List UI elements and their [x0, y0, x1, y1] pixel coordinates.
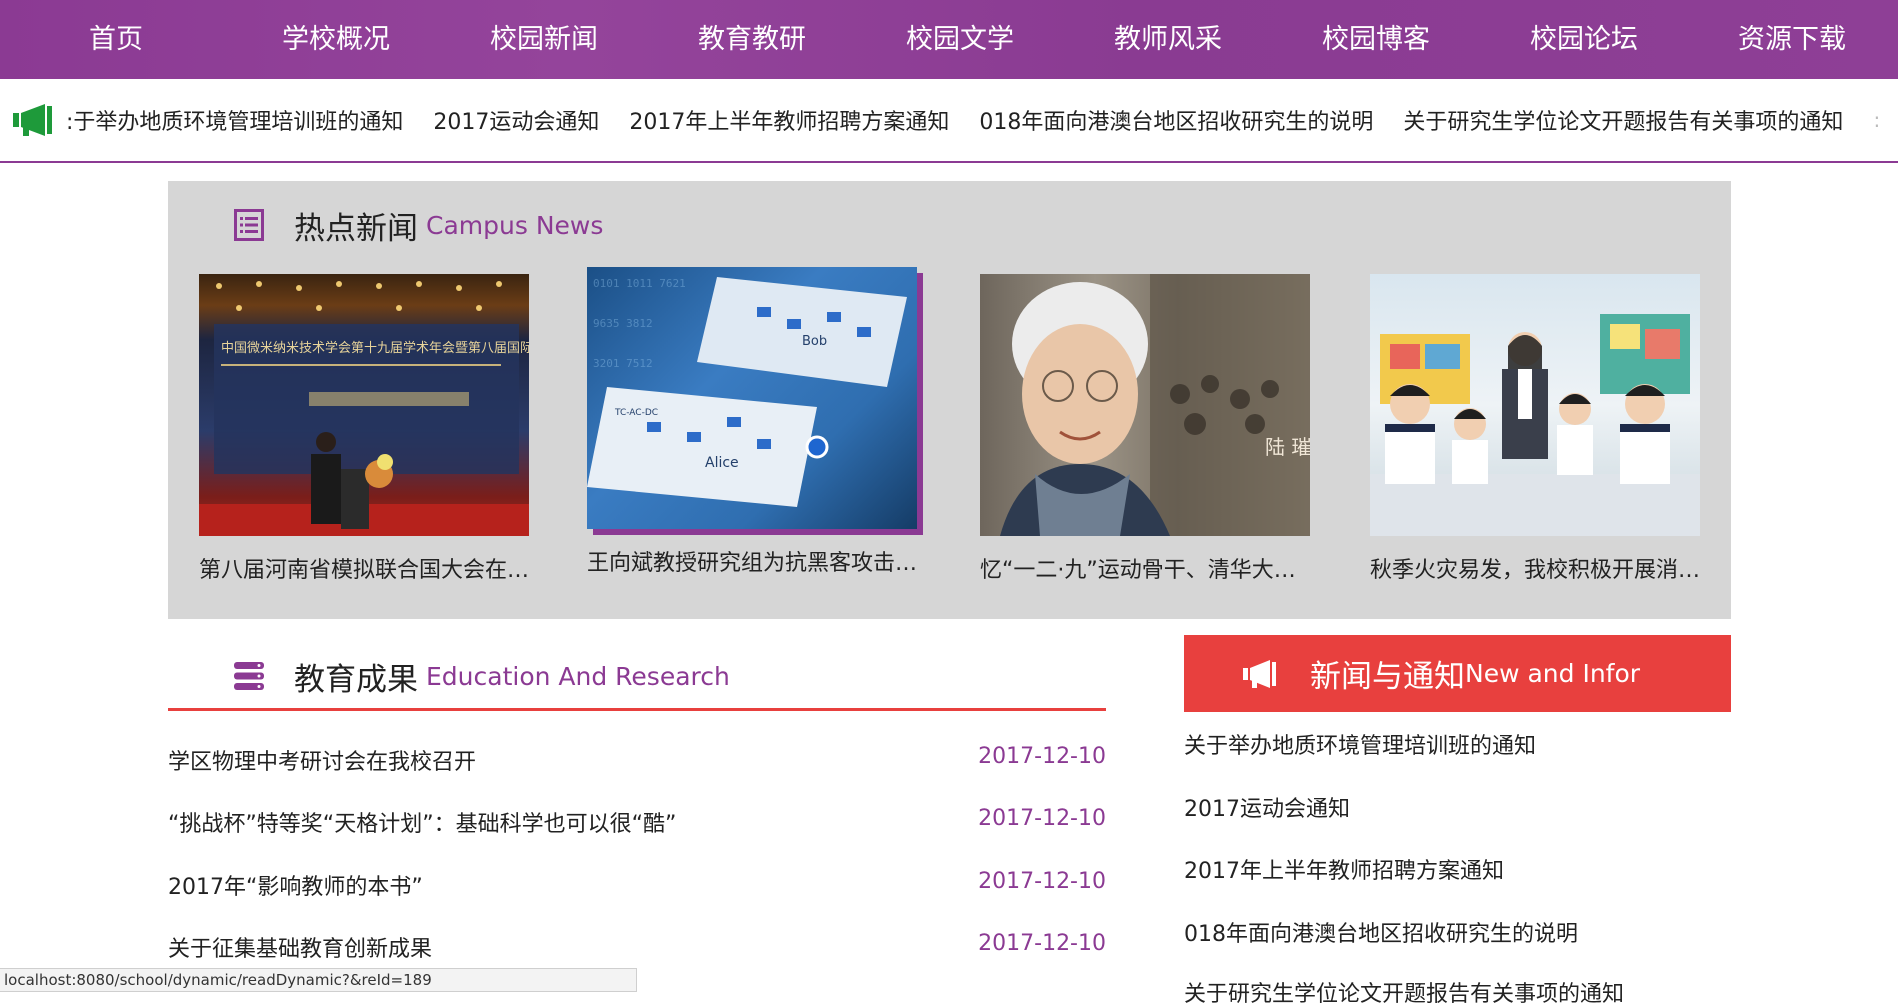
- ticker-item[interactable]: :于举办地质环境管理培训班的通知: [66, 104, 403, 136]
- svg-text:中国微米纳米技术学会第十九届学术年会暨第八届国际会议: 中国微米纳米技术学会第十九届学术年会暨第八届国际会议: [221, 340, 529, 356]
- news-card-caption[interactable]: 王向斌教授研究组为抗黑客攻击…: [587, 545, 917, 577]
- news-card-caption[interactable]: 第八届河南省模拟联合国大会在…: [199, 552, 529, 584]
- ticker-overflow: :: [1873, 108, 1881, 132]
- section-subtitle: Education And Research: [426, 661, 730, 691]
- news-card[interactable]: 中国微米纳米技术学会第十九届学术年会暨第八届国际会议 第八届河南省模拟联合国大会…: [199, 274, 529, 584]
- list-item-date: 2017-12-10: [978, 806, 1106, 831]
- main-nav: 首页 学校概况 校园新闻 教育教研 校园文学 教师风采 校园博客 校园论坛 资源…: [0, 0, 1898, 79]
- ticker-item[interactable]: 关于研究生学位论文开题报告有关事项的通知: [1403, 104, 1843, 136]
- svg-text:Alice: Alice: [705, 455, 739, 471]
- svg-text:3201 7512: 3201 7512: [593, 357, 653, 370]
- announcement-ticker: :于举办地质环境管理培训班的通知 2017运动会通知 2017年上半年教师招聘方…: [0, 79, 1898, 163]
- list-icon: [232, 208, 266, 242]
- ticker-item[interactable]: 018年面向港澳台地区招收研究生的说明: [979, 104, 1373, 136]
- classroom-students[interactable]: [1370, 274, 1700, 536]
- conference-photo[interactable]: 中国微米纳米技术学会第十九届学术年会暨第八届国际会议: [199, 274, 529, 536]
- notice-item[interactable]: 关于研究生学位论文开题报告有关事项的通知: [1184, 976, 1624, 1008]
- education-header: 教育成果 Education And Research: [232, 646, 730, 706]
- list-item-date: 2017-12-10: [978, 869, 1106, 894]
- status-bar-url: localhost:8080/school/dynamic/readDynami…: [0, 968, 637, 992]
- nav-item-campus-literature[interactable]: 校园文学: [856, 0, 1064, 79]
- nav-item-home[interactable]: 首页: [0, 0, 232, 79]
- news-card[interactable]: 0101 1011 7621 9635 3812 3201 7512 Bob Ali…: [587, 267, 917, 577]
- section-subtitle: Campus News: [426, 210, 604, 240]
- elderly-woman-portrait[interactable]: 陆 璀: [980, 274, 1310, 536]
- news-card-caption[interactable]: 秋季火灾易发，我校积极开展消…: [1370, 552, 1700, 584]
- list-item-title[interactable]: 关于征集基础教育创新成果: [168, 931, 432, 963]
- list-item-title[interactable]: “挑战杯”特等奖“天格计划”：基础科学也可以很“酷”: [168, 806, 676, 838]
- hot-news-header: 热点新闻 Campus News: [232, 195, 603, 255]
- ticker-item[interactable]: 2017运动会通知: [433, 104, 599, 136]
- megaphone-icon: [1242, 659, 1282, 689]
- svg-text:陆 璀: 陆 璀: [1265, 435, 1310, 459]
- news-card[interactable]: 陆 璀 忆“一二·九”运动骨干、清华大学…: [980, 274, 1310, 584]
- svg-text:Bob: Bob: [802, 334, 827, 349]
- notice-item[interactable]: 018年面向港澳台地区招收研究生的说明: [1184, 916, 1578, 948]
- list-item-title[interactable]: 学区物理中考研讨会在我校召开: [168, 744, 476, 776]
- quantum-circuit-illustration[interactable]: 0101 1011 7621 9635 3812 3201 7512 Bob Ali…: [587, 267, 917, 529]
- svg-text:9635 3812: 9635 3812: [593, 317, 653, 330]
- list-item[interactable]: 关于征集基础教育创新成果 2017-12-10: [168, 931, 1106, 963]
- section-title: 热点新闻: [294, 210, 418, 247]
- section-title: 新闻与通知: [1310, 659, 1465, 695]
- news-card[interactable]: 秋季火灾易发，我校积极开展消…: [1370, 274, 1700, 584]
- hot-news-panel: 热点新闻 Campus News 中国微米纳米技术学会第十九届学术年会暨第八届国…: [168, 181, 1731, 619]
- section-divider: [168, 708, 1106, 711]
- list-item[interactable]: 学区物理中考研讨会在我校召开 2017-12-10: [168, 744, 1106, 776]
- nav-item-resource-download[interactable]: 资源下载: [1688, 0, 1896, 79]
- notices-header: 新闻与通知 New and Infor: [1184, 635, 1731, 712]
- nav-item-school-overview[interactable]: 学校概况: [232, 0, 440, 79]
- list-item[interactable]: 2017年“影响教师的本书” 2017-12-10: [168, 869, 1106, 901]
- stack-icon: [232, 659, 266, 693]
- ticker-item[interactable]: 2017年上半年教师招聘方案通知: [629, 104, 949, 136]
- notice-item[interactable]: 关于举办地质环境管理培训班的通知: [1184, 728, 1536, 760]
- section-subtitle: New and Infor: [1465, 659, 1641, 688]
- nav-item-campus-blog[interactable]: 校园博客: [1272, 0, 1480, 79]
- svg-text:TC-AC-DC: TC-AC-DC: [614, 408, 658, 418]
- notice-item[interactable]: 2017运动会通知: [1184, 791, 1350, 823]
- list-item-date: 2017-12-10: [978, 931, 1106, 956]
- list-item[interactable]: “挑战杯”特等奖“天格计划”：基础科学也可以很“酷” 2017-12-10: [168, 806, 1106, 838]
- megaphone-icon: [0, 79, 66, 161]
- nav-item-education-research[interactable]: 教育教研: [648, 0, 856, 79]
- nav-item-campus-forum[interactable]: 校园论坛: [1480, 0, 1688, 79]
- list-item-title[interactable]: 2017年“影响教师的本书”: [168, 869, 423, 901]
- ticker-track: :于举办地质环境管理培训班的通知 2017运动会通知 2017年上半年教师招聘方…: [66, 104, 1880, 136]
- nav-item-campus-news[interactable]: 校园新闻: [440, 0, 648, 79]
- news-card-caption[interactable]: 忆“一二·九”运动骨干、清华大学…: [980, 552, 1310, 584]
- notice-item[interactable]: 2017年上半年教师招聘方案通知: [1184, 853, 1504, 885]
- list-item-date: 2017-12-10: [978, 744, 1106, 769]
- nav-item-teacher-showcase[interactable]: 教师风采: [1064, 0, 1272, 79]
- svg-text:0101 1011 7621: 0101 1011 7621: [593, 277, 686, 290]
- section-title: 教育成果: [294, 661, 418, 698]
